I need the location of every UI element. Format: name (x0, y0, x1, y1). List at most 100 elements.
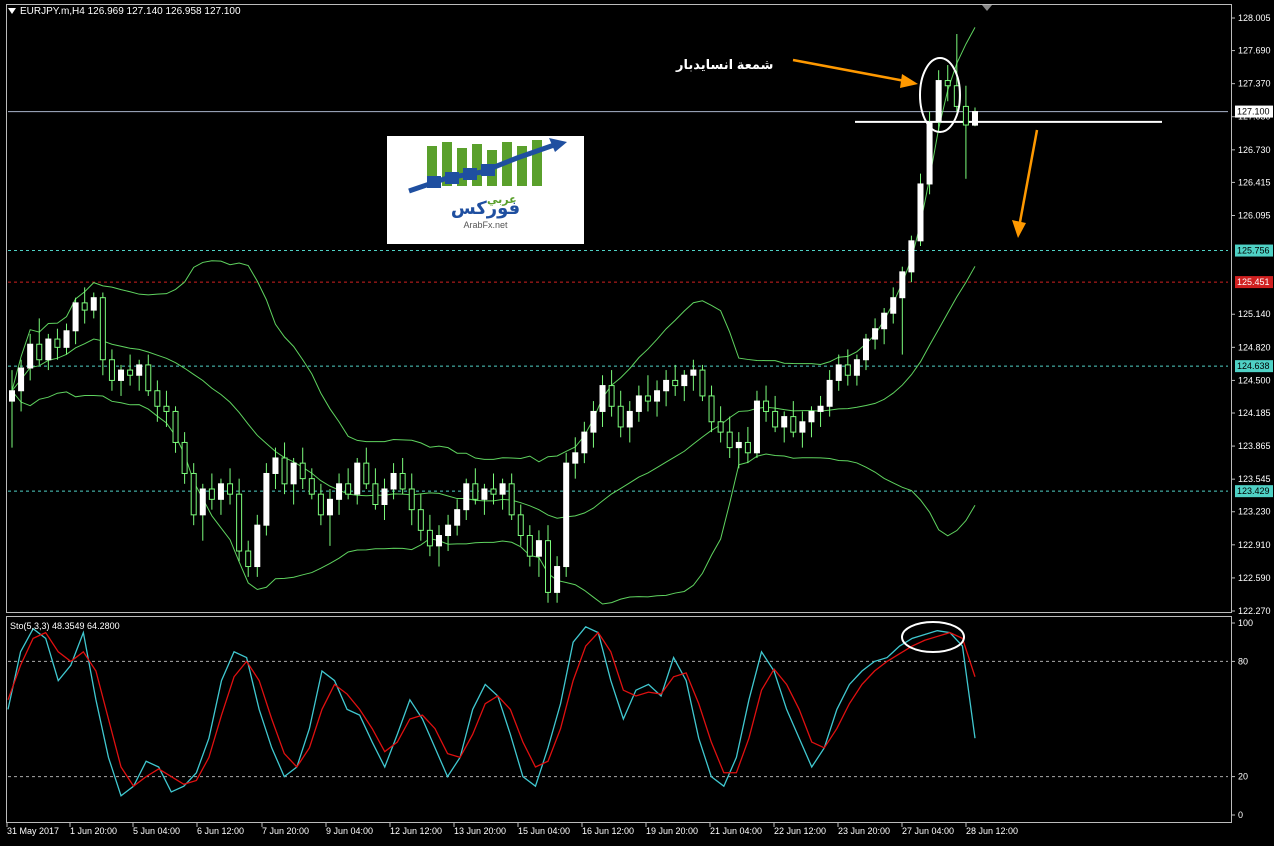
candle-body (81, 302, 88, 311)
candle-body (535, 540, 542, 557)
candle-body (772, 410, 779, 428)
candle-body (390, 472, 397, 490)
candle-body (108, 359, 115, 381)
annotations (792, 5, 1039, 653)
candle-body (753, 400, 760, 454)
price-tick-label: 124.185 (1238, 408, 1271, 418)
price-tick-label: 126.415 (1238, 177, 1271, 187)
candle-body (490, 488, 497, 495)
stoch-tick-label: 0 (1238, 810, 1243, 820)
time-tick-label: 5 Jun 04:00 (133, 826, 180, 836)
candle-body (917, 183, 924, 242)
candle-body (835, 364, 842, 381)
candle-body (54, 338, 61, 348)
price-tick-label: 127.370 (1238, 79, 1271, 89)
candle-body (690, 369, 697, 376)
candle-body (508, 483, 515, 516)
candle-body (708, 395, 715, 423)
candle-body (744, 441, 751, 454)
time-tick-label: 6 Jun 12:00 (197, 826, 244, 836)
candle-body (445, 524, 452, 537)
candle-body (408, 488, 415, 511)
price-badge-label: 123.429 (1237, 486, 1270, 496)
candle-body (635, 395, 642, 412)
candle-body (853, 359, 860, 376)
candle-body (454, 509, 461, 526)
candle-body (663, 379, 670, 392)
time-tick-label: 23 Jun 20:00 (838, 826, 890, 836)
candle-body (345, 483, 352, 495)
candle-body (463, 483, 470, 511)
arrow-head-icon (900, 74, 918, 88)
symbol-header[interactable]: EURJPY.m,H4 126.969 127.140 126.958 127.… (8, 6, 241, 17)
candle-body (99, 297, 106, 361)
time-tick-label: 19 Jun 20:00 (646, 826, 698, 836)
price-tick-label: 126.730 (1238, 145, 1271, 155)
candle-body (63, 330, 70, 348)
time-tick-label: 31 May 2017 (7, 826, 59, 836)
candle-body (181, 441, 188, 474)
candle-body (127, 369, 134, 376)
candle-body (472, 483, 479, 500)
candle-body (190, 472, 197, 516)
arrow-down-head-icon (1012, 220, 1026, 238)
candle-body (926, 121, 933, 185)
candle-body (172, 410, 179, 443)
candle-body (399, 472, 406, 490)
stoch-signal-line (7, 631, 976, 788)
stoch-main-line (7, 626, 976, 797)
candle-body (90, 297, 97, 311)
candle-body (590, 410, 597, 433)
candle-body (545, 540, 552, 593)
price-tick-label: 128.005 (1238, 13, 1271, 23)
candle-body (217, 483, 224, 500)
candle-body (381, 488, 388, 505)
candle-body (363, 462, 370, 485)
dropdown-triangle-icon[interactable] (8, 8, 16, 15)
candle-body (935, 80, 942, 123)
candle-body (517, 514, 524, 537)
candle-body (908, 240, 915, 273)
candle-body (617, 405, 624, 428)
candle-body (699, 369, 706, 397)
candle-body (118, 369, 125, 381)
time-tick-label: 7 Jun 20:00 (262, 826, 309, 836)
candle-body (763, 400, 770, 412)
candle-body (599, 385, 606, 412)
candle-body (962, 105, 969, 126)
symbol-info: EURJPY.m,H4 126.969 127.140 126.958 127.… (20, 6, 241, 17)
candle-body (581, 431, 588, 454)
candle-body (154, 390, 161, 407)
candle-body (881, 312, 888, 330)
candle-body (136, 364, 143, 376)
price-panel-border (6, 4, 1232, 613)
price-tick-label: 126.095 (1238, 210, 1271, 220)
candle-body (681, 374, 688, 387)
candle-body (336, 483, 343, 500)
chart-canvas: 128.005127.690127.370127.050126.730126.4… (6, 4, 1273, 836)
candle-body (799, 421, 806, 433)
candle-body (644, 395, 651, 402)
candle-body (890, 297, 897, 314)
horizontal-levels (8, 111, 1228, 492)
candle-body (726, 431, 733, 449)
candle-body (808, 410, 815, 423)
candle-body (435, 535, 442, 547)
candle-body (163, 405, 170, 412)
candle-body (281, 457, 288, 485)
time-tick-label: 13 Jun 20:00 (454, 826, 506, 836)
candle-body (272, 457, 279, 474)
candle-body (972, 111, 978, 126)
candle-body (626, 410, 633, 428)
arabfx-logo: عربي فوركس ArabFx.net (387, 136, 584, 244)
candle-body (372, 483, 379, 505)
arrow-down (1018, 129, 1039, 223)
time-tick-label: 16 Jun 12:00 (582, 826, 634, 836)
candle-body (426, 529, 433, 547)
candle-body (9, 390, 15, 402)
candle-body (308, 478, 315, 495)
price-tick-label: 122.270 (1238, 606, 1271, 616)
candle-body (526, 535, 533, 557)
stoch-tick-label: 80 (1238, 656, 1248, 666)
time-tick-label: 22 Jun 12:00 (774, 826, 826, 836)
